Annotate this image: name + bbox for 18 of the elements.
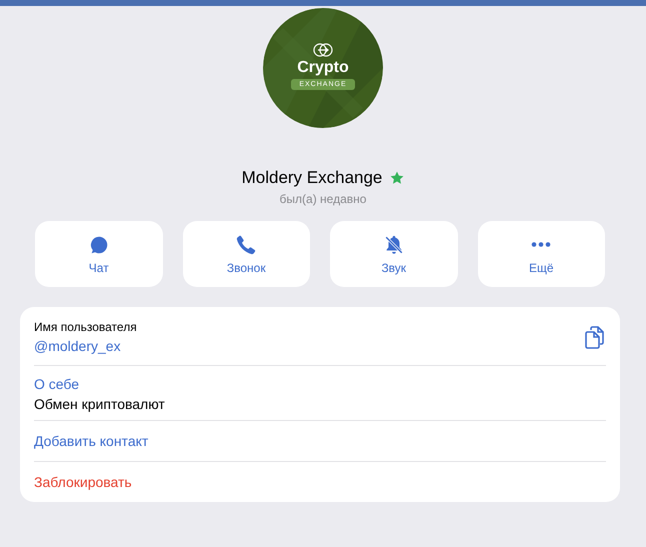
muted-bell-icon bbox=[382, 234, 405, 256]
more-dots-icon bbox=[531, 242, 552, 246]
bio-label: О себе bbox=[34, 376, 80, 392]
profile-name: Moldery Exchange bbox=[242, 168, 382, 188]
logo-title: Crypto bbox=[297, 58, 349, 76]
add-contact-link[interactable]: Добавить контакт bbox=[34, 433, 148, 449]
more-button[interactable]: Ещё bbox=[478, 221, 605, 287]
mute-button[interactable]: Звук bbox=[330, 221, 458, 287]
call-button[interactable]: Звонок bbox=[182, 221, 310, 287]
last-seen-status: был(а) недавно bbox=[280, 192, 366, 206]
exchange-icon bbox=[313, 42, 333, 56]
username-label: Имя пользователя bbox=[34, 320, 137, 334]
username-link[interactable]: @moldery_ex bbox=[34, 338, 137, 354]
bio-text: Обмен криптовалют bbox=[34, 396, 165, 412]
copy-icon[interactable] bbox=[584, 325, 606, 349]
block-link[interactable]: Заблокировать bbox=[34, 474, 132, 490]
phone-icon bbox=[235, 234, 258, 256]
chat-button[interactable]: Чат bbox=[35, 221, 162, 287]
